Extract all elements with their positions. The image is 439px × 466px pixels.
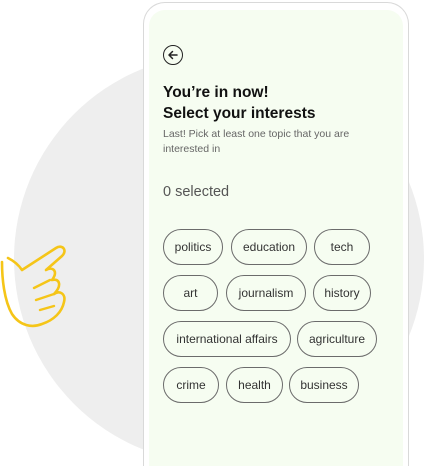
interests-screen: You’re in now! Select your interests Las… [149,10,403,466]
phone-frame: You’re in now! Select your interests Las… [143,2,409,466]
topic-chip-politics[interactable]: politics [163,229,223,265]
subtitle: Last! Pick at least one topic that you a… [163,128,350,155]
page-title: You’re in now! Select your interests [163,82,315,124]
selected-count: 0 selected [163,184,230,200]
pointing-hand-icon [0,245,66,328]
topic-chip-agriculture[interactable]: agriculture [297,321,377,357]
topic-chip-history[interactable]: history [313,275,371,311]
title-line-2: Select your interests [163,105,316,122]
topic-chip-journalism[interactable]: journalism [226,275,306,311]
back-button[interactable] [163,45,183,65]
topic-chip-business[interactable]: business [289,367,359,403]
topic-chip-health[interactable]: health [226,367,283,403]
arrow-left-icon [168,50,178,60]
title-line-1: You’re in now! [163,84,269,101]
stage: You’re in now! Select your interests Las… [0,0,439,466]
topic-chip-crime[interactable]: crime [163,367,219,403]
topic-chip-art[interactable]: art [163,275,218,311]
topic-chip-tech[interactable]: tech [314,229,370,265]
topic-chip-international-affairs[interactable]: international affairs [163,321,291,357]
topic-chip-education[interactable]: education [231,229,307,265]
